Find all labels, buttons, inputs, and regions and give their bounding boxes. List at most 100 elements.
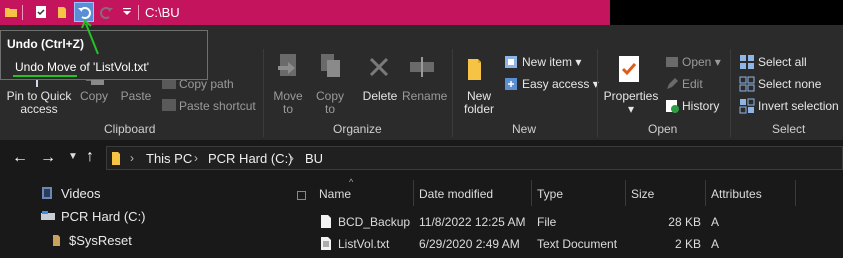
chevron-down-icon: ▾ [572, 55, 582, 69]
annotation-underline [13, 75, 77, 77]
select-group-label: Select [772, 122, 806, 136]
edit-icon [664, 76, 680, 97]
move-to-icon [276, 52, 302, 87]
title-bar: C:\BU [0, 0, 843, 25]
column-header-size[interactable]: Size [631, 187, 654, 201]
nav-item-drive[interactable]: PCR Hard (C:) [61, 209, 146, 224]
select-none-icon [739, 76, 755, 97]
breadcrumb-separator: › [130, 151, 134, 165]
open-label: Open [682, 55, 712, 69]
column-divider[interactable] [705, 180, 706, 206]
tooltip-body: Undo Move of 'ListVol.txt' [15, 60, 149, 74]
breadcrumb-drive[interactable]: PCR Hard (C:) [208, 151, 293, 166]
file-size: 28 KB [668, 215, 701, 229]
pin-label-2: access [20, 102, 58, 116]
column-header-attributes[interactable]: Attributes [711, 187, 762, 201]
address-bar-row: ← → ▼ ↑ › This PC › PCR Hard (C:) › BU [0, 140, 843, 176]
chevron-down-icon: ▾ [711, 55, 721, 69]
copy-to-icon [318, 52, 344, 87]
breadcrumb-bu[interactable]: BU [305, 151, 323, 166]
delete-button[interactable]: Delete [360, 90, 400, 103]
new-item-button[interactable]: New item ▾ [522, 56, 581, 69]
edit-button[interactable]: Edit [682, 78, 703, 91]
folder-icon [111, 150, 125, 171]
back-arrow-icon[interactable]: ← [12, 149, 28, 167]
tooltip-body-highlight: Undo Move [15, 60, 77, 74]
file-date: 11/8/2022 12:25 AM [419, 215, 526, 229]
select-all-button[interactable]: Select all [758, 56, 807, 69]
properties-button[interactable]: Properties ▾ [602, 90, 660, 116]
easy-access-icon [503, 76, 519, 97]
table-row[interactable]: BCD_Backup 11/8/2022 12:25 AM File 28 KB… [313, 211, 843, 233]
column-divider[interactable] [795, 180, 796, 206]
column-header-type[interactable]: Type [537, 187, 563, 201]
customize-qa-dropdown-icon[interactable] [118, 3, 136, 21]
redo-icon[interactable] [98, 3, 116, 21]
new-folder-button[interactable]: New folder [458, 90, 500, 116]
invert-selection-button[interactable]: Invert selection [758, 100, 839, 113]
properties-icon[interactable] [32, 3, 50, 21]
breadcrumb-this-pc[interactable]: This PC [146, 151, 192, 166]
new-folder-icon [464, 55, 490, 90]
file-name: ListVol.txt [338, 237, 390, 251]
tooltip-body-rest: of 'ListVol.txt' [76, 60, 149, 74]
history-icon [664, 98, 680, 119]
videos-icon [41, 186, 53, 205]
organize-group-label: Organize [333, 122, 382, 136]
new-folder-icon[interactable] [54, 3, 72, 21]
paste-shortcut-icon [162, 99, 176, 111]
undo-icon[interactable] [74, 2, 94, 22]
move-to-label-2: to [282, 102, 293, 116]
folder-icon [52, 233, 64, 252]
table-row[interactable]: ListVol.txt 6/29/2020 2:49 AM Text Docum… [313, 233, 843, 255]
column-divider[interactable] [531, 180, 532, 206]
open-icon [664, 54, 680, 75]
open-button[interactable]: Open ▾ [682, 56, 721, 69]
file-attributes: A [711, 215, 720, 229]
new-item-icon [503, 54, 519, 75]
chevron-down-icon: ▾ [627, 102, 635, 116]
breadcrumb-separator: › [194, 151, 198, 165]
clipboard-group-label: Clipboard [104, 122, 156, 136]
paste-button[interactable]: Paste [118, 90, 154, 103]
pin-to-quick-access-button[interactable]: Pin to Quick access [3, 90, 75, 116]
drive-icon [40, 209, 56, 227]
title-bar-blank-area [610, 0, 843, 25]
group-divider [597, 49, 598, 137]
copy-to-button[interactable]: Copy to [312, 90, 348, 116]
open-group-label: Open [648, 122, 678, 136]
file-size: 2 KB [674, 237, 701, 251]
new-item-label: New item [522, 55, 573, 69]
easy-access-label: Easy access [522, 77, 590, 91]
nav-item-sysreset[interactable]: $SysReset [69, 233, 132, 248]
select-all-icon [739, 54, 755, 75]
column-header-name[interactable]: Name [319, 187, 351, 201]
column-divider[interactable] [625, 180, 626, 206]
rename-button[interactable]: Rename [402, 90, 447, 103]
recent-locations-chevron-icon[interactable]: ▼ [68, 151, 78, 162]
folder-icon[interactable] [2, 3, 20, 21]
select-none-button[interactable]: Select none [758, 78, 821, 91]
group-divider [263, 49, 264, 137]
file-type: File [537, 215, 557, 229]
select-all-checkbox[interactable] [297, 191, 306, 200]
file-date: 6/29/2020 2:49 AM [419, 237, 520, 251]
paste-shortcut-button[interactable]: Paste shortcut [179, 100, 256, 113]
move-to-button[interactable]: Move to [270, 90, 306, 116]
up-arrow-icon[interactable]: ↑ [86, 148, 94, 166]
group-divider [452, 49, 453, 137]
easy-access-button[interactable]: Easy access ▾ [522, 78, 599, 91]
copy-button[interactable]: Copy [78, 90, 110, 103]
group-divider [730, 49, 731, 137]
tooltip-title: Undo (Ctrl+Z) [7, 37, 84, 51]
new-folder-label-2: folder [463, 102, 495, 116]
column-header-date-modified[interactable]: Date modified [419, 187, 493, 201]
nav-item-videos[interactable]: Videos [61, 186, 101, 201]
file-name: BCD_Backup [338, 215, 411, 229]
history-button[interactable]: History [682, 100, 719, 113]
forward-arrow-icon[interactable]: → [40, 149, 56, 167]
delete-icon [368, 56, 390, 83]
window-title: C:\BU [145, 5, 180, 20]
file-icon [320, 214, 332, 234]
column-divider[interactable] [413, 180, 414, 206]
